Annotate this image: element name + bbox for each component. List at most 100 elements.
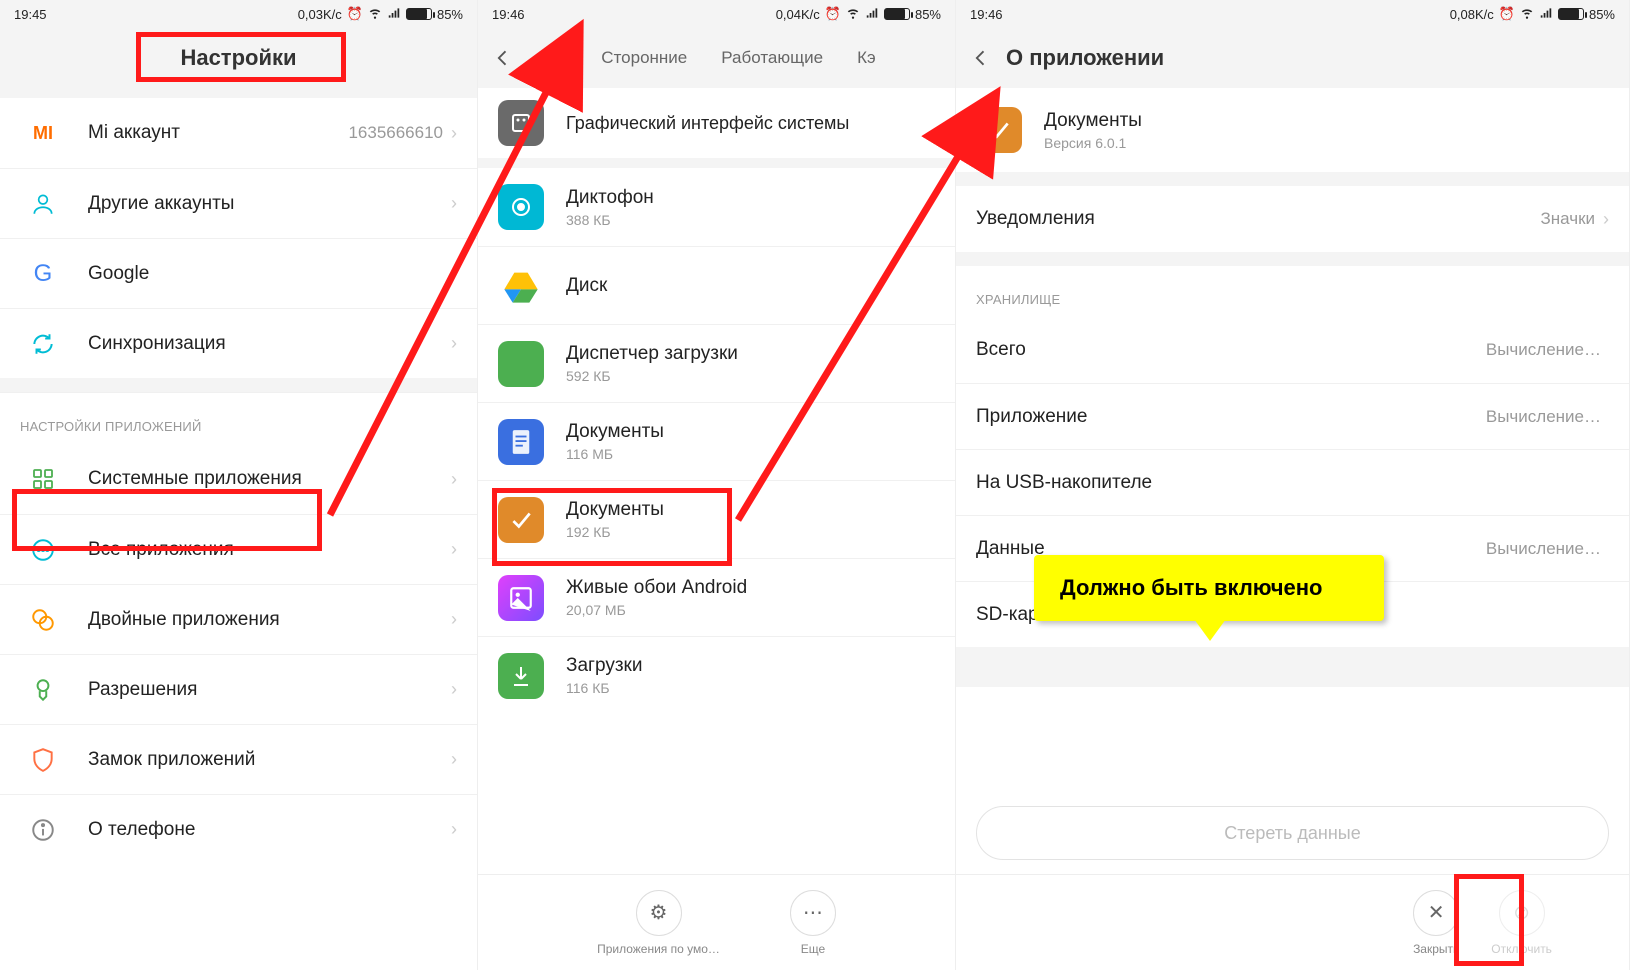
dual-apps-icon bbox=[20, 597, 66, 643]
app-label: Документы bbox=[566, 421, 935, 443]
tab-thirdparty[interactable]: Сторонние bbox=[601, 48, 687, 68]
disable-button[interactable]: ⊘ Отключить bbox=[1491, 890, 1552, 956]
row-app-lock[interactable]: Замок приложений › bbox=[0, 724, 477, 794]
recorder-icon bbox=[498, 184, 544, 230]
header-tabs: Все Сторонние Работающие Кэ bbox=[478, 28, 955, 88]
back-button[interactable] bbox=[956, 28, 1006, 88]
sync-icon bbox=[20, 321, 66, 367]
row-dual-apps[interactable]: Двойные приложения › bbox=[0, 584, 477, 654]
app-label: Графический интерфейс системы bbox=[566, 113, 935, 134]
row-other-accounts[interactable]: Другие аккаунты › bbox=[0, 168, 477, 238]
tab-running[interactable]: Работающие bbox=[721, 48, 823, 68]
shield-icon bbox=[20, 737, 66, 783]
page-title: Настройки bbox=[180, 45, 296, 71]
row-storage-app[interactable]: Приложение Вычисление… bbox=[956, 383, 1629, 449]
row-google[interactable]: G Google › bbox=[0, 238, 477, 308]
wallpaper-icon bbox=[498, 575, 544, 621]
row-about-phone[interactable]: О телефоне › bbox=[0, 794, 477, 864]
app-label: Диктофон bbox=[566, 187, 935, 209]
section-header-app-settings: НАСТРОЙКИ ПРИЛОЖЕНИЙ bbox=[0, 392, 477, 444]
button-label: Еще bbox=[801, 942, 825, 956]
status-time: 19:46 bbox=[970, 7, 1003, 22]
downloads-icon bbox=[498, 653, 544, 699]
battery-icon bbox=[884, 8, 910, 20]
app-version: Версия 6.0.1 bbox=[1044, 135, 1609, 151]
button-label: Приложения по умо… bbox=[597, 942, 720, 956]
wifi-icon bbox=[368, 6, 382, 23]
chevron-right-icon: › bbox=[451, 123, 457, 144]
docs-orange-icon bbox=[976, 107, 1022, 153]
docs-blue-icon bbox=[498, 419, 544, 465]
accounts-icon bbox=[20, 181, 66, 227]
close-icon: ✕ bbox=[1413, 890, 1459, 936]
status-bar: 19:46 0,04K/c ⏰ 85% bbox=[478, 0, 955, 28]
close-button[interactable]: ✕ Закрыть bbox=[1413, 890, 1459, 956]
row-label: Замок приложений bbox=[88, 749, 451, 771]
row-label: Все приложения bbox=[88, 539, 451, 561]
clear-data-button[interactable]: Стереть данные bbox=[976, 806, 1609, 860]
list-item[interactable]: Живые обои Android 20,07 МБ bbox=[478, 558, 955, 636]
app-name: Документы bbox=[1044, 110, 1609, 132]
row-system-apps[interactable]: Системные приложения › bbox=[0, 444, 477, 514]
app-label: Живые обои Android bbox=[566, 577, 935, 599]
button-label: Стереть данные bbox=[1224, 823, 1360, 844]
alarm-icon: ⏰ bbox=[347, 6, 363, 22]
google-icon: G bbox=[20, 251, 66, 297]
screen-app-info: 19:46 0,08K/c ⏰ 85% О приложении Докумен… bbox=[956, 0, 1630, 970]
app-size: 116 КБ bbox=[566, 680, 935, 696]
wifi-icon bbox=[846, 6, 860, 23]
status-speed: 0,03K/c bbox=[298, 7, 342, 22]
info-icon bbox=[20, 807, 66, 853]
row-value: Вычисление… bbox=[1486, 407, 1601, 427]
more-button[interactable]: ⋯ Еще bbox=[790, 890, 836, 956]
alarm-icon: ⏰ bbox=[825, 6, 841, 22]
header: Настройки bbox=[0, 28, 477, 88]
row-notifications[interactable]: Уведомления Значки › bbox=[956, 186, 1629, 252]
more-icon: ⋯ bbox=[790, 890, 836, 936]
row-all-apps[interactable]: Все приложения › bbox=[0, 514, 477, 584]
button-label: Закрыть bbox=[1413, 942, 1459, 956]
row-permissions[interactable]: Разрешения › bbox=[0, 654, 477, 724]
row-storage-usb[interactable]: На USB-накопителе bbox=[956, 449, 1629, 515]
list-item[interactable]: Диск bbox=[478, 246, 955, 324]
tab-all[interactable]: Все bbox=[538, 48, 567, 68]
header: О приложении bbox=[956, 28, 1629, 88]
chevron-right-icon: › bbox=[451, 263, 457, 284]
row-label: На USB-накопителе bbox=[976, 472, 1609, 494]
tab-cached[interactable]: Кэ bbox=[857, 48, 876, 68]
list-item[interactable]: Диспетчер загрузки 592 КБ bbox=[478, 324, 955, 402]
app-size: 192 КБ bbox=[566, 524, 935, 540]
drive-icon bbox=[498, 263, 544, 309]
screen-all-apps: 19:46 0,04K/c ⏰ 85% Все Сторонние Работа… bbox=[478, 0, 956, 970]
app-header-row: Документы Версия 6.0.1 bbox=[956, 88, 1629, 172]
back-button[interactable] bbox=[478, 28, 528, 88]
status-speed: 0,08K/c bbox=[1450, 7, 1494, 22]
app-size: 20,07 МБ bbox=[566, 602, 935, 618]
list-item-documents-orange[interactable]: Документы 192 КБ bbox=[478, 480, 955, 558]
permissions-icon bbox=[20, 667, 66, 713]
all-apps-icon bbox=[20, 527, 66, 573]
section-header-storage: ХРАНИЛИЩЕ bbox=[956, 266, 1629, 317]
callout-text: Должно быть включено bbox=[1060, 575, 1323, 600]
list-item[interactable]: Диктофон 388 КБ bbox=[478, 168, 955, 246]
row-label: Уведомления bbox=[976, 208, 1540, 230]
list-item[interactable]: Графический интерфейс системы bbox=[478, 88, 955, 158]
chevron-right-icon: › bbox=[451, 333, 457, 354]
download-mgr-icon bbox=[498, 341, 544, 387]
sysui-icon bbox=[498, 100, 544, 146]
battery-icon bbox=[1558, 8, 1584, 20]
row-label: Разрешения bbox=[88, 679, 451, 701]
screen-settings: 19:45 0,03K/c ⏰ 85% Настройки MI Mi акка… bbox=[0, 0, 478, 970]
row-label: Синхронизация bbox=[88, 333, 451, 355]
chevron-right-icon: › bbox=[451, 749, 457, 770]
list-item[interactable]: Загрузки 116 КБ bbox=[478, 636, 955, 714]
row-storage-total[interactable]: Всего Вычисление… bbox=[956, 317, 1629, 383]
battery-pct: 85% bbox=[915, 7, 941, 22]
battery-icon bbox=[406, 8, 432, 20]
row-label: Mi аккаунт bbox=[88, 122, 348, 144]
list-item[interactable]: Документы 116 МБ bbox=[478, 402, 955, 480]
row-label: О телефоне bbox=[88, 819, 451, 841]
default-apps-button[interactable]: ⚙ Приложения по умо… bbox=[597, 890, 720, 956]
row-sync[interactable]: Синхронизация › bbox=[0, 308, 477, 378]
row-mi-account[interactable]: MI Mi аккаунт 1635666610 › bbox=[0, 98, 477, 168]
